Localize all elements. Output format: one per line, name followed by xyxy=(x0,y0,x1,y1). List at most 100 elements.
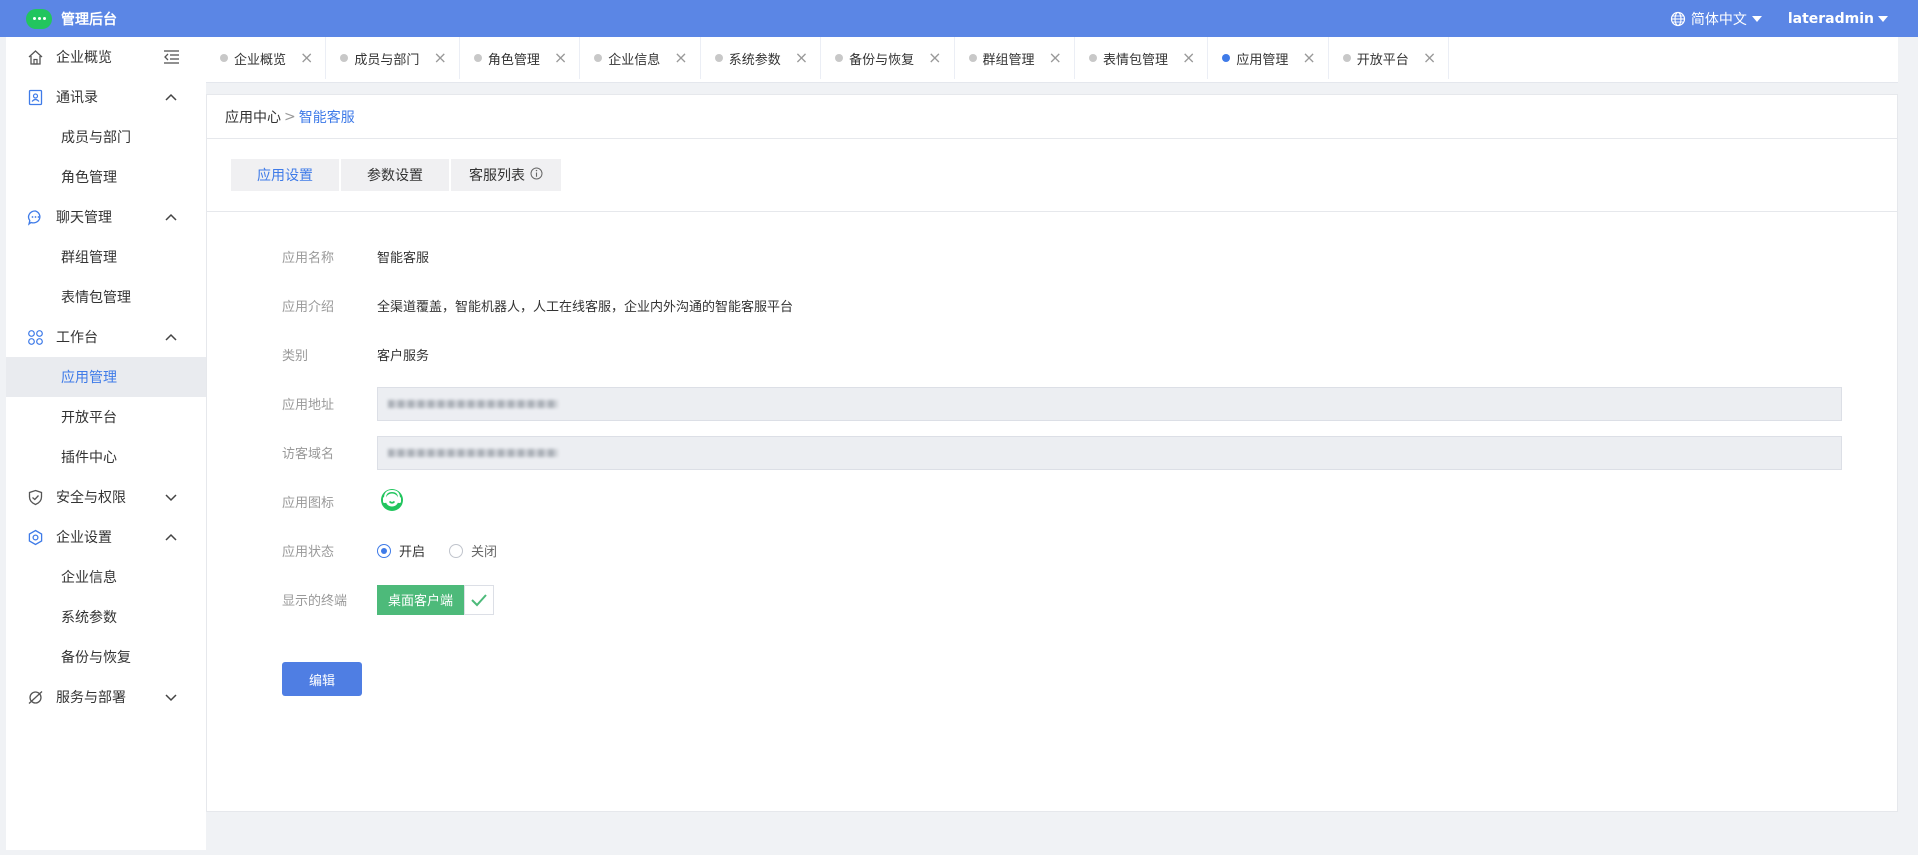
close-icon[interactable]: × xyxy=(1182,50,1195,66)
chat-bubble-logo-icon xyxy=(26,8,52,29)
close-icon[interactable]: × xyxy=(300,50,313,66)
icon-label: 应用图标 xyxy=(282,496,335,511)
sidebar-item-app-management[interactable]: 应用管理 xyxy=(6,357,206,397)
close-icon[interactable]: × xyxy=(928,50,941,66)
tab-groups[interactable]: 群组管理 × xyxy=(955,37,1075,79)
logo: 管理后台 xyxy=(26,8,117,29)
sidebar-item-plugins[interactable]: 插件中心 xyxy=(6,437,206,477)
chevron-up-icon xyxy=(164,330,178,346)
form-row-intro: 应用介绍 全渠道覆盖，智能机器人，人工在线客服，企业内外沟通的智能客服平台 xyxy=(282,281,1897,330)
domain-label: 访客域名 xyxy=(282,447,335,462)
workbench-icon xyxy=(26,328,44,346)
tab-overview[interactable]: 企业概览 × xyxy=(206,37,327,79)
tab-dot xyxy=(1088,54,1097,62)
close-icon[interactable]: × xyxy=(1302,50,1315,66)
tab-backup[interactable]: 备份与恢复 × xyxy=(821,37,955,79)
sidebar-group-contacts[interactable]: 通讯录 xyxy=(6,77,206,117)
sidebar-group-security[interactable]: 安全与权限 xyxy=(6,477,206,517)
app-address-field[interactable] xyxy=(377,386,1842,421)
sidebar-group-chat[interactable]: 聊天管理 xyxy=(6,197,206,237)
app-title: 管理后台 xyxy=(61,11,117,28)
sub-tabs: 应用设置 参数设置 客服列表 xyxy=(207,139,1897,212)
settings-icon xyxy=(26,528,44,546)
breadcrumb-parent[interactable]: 应用中心 xyxy=(225,107,281,127)
terminal-option-desktop[interactable]: 桌面客户端 xyxy=(377,584,495,615)
info-icon xyxy=(530,167,543,184)
language-label: 简体中文 xyxy=(1690,11,1747,28)
address-label: 应用地址 xyxy=(282,398,335,413)
home-icon xyxy=(26,48,44,66)
tab-members[interactable]: 成员与部门 × xyxy=(326,37,460,79)
name-value: 智能客服 xyxy=(377,251,430,266)
sidebar-item-open-platform[interactable]: 开放平台 xyxy=(6,397,206,437)
category-label: 类别 xyxy=(282,349,309,364)
sidebar-group-enterprise-settings[interactable]: 企业设置 xyxy=(6,517,206,557)
form-row-address: 应用地址 xyxy=(282,379,1897,428)
tab-dot xyxy=(968,54,977,62)
close-icon[interactable]: × xyxy=(1049,50,1062,66)
caret-down-icon xyxy=(1878,15,1888,22)
page-tabs: 企业概览 × 成员与部门 × 角色管理 × 企业信息 × 系统参数 × 备份与恢复 × 群组… xyxy=(206,37,1898,83)
breadcrumb-current: 智能客服 xyxy=(298,109,355,126)
edit-button[interactable]: 编辑 xyxy=(282,662,362,696)
sidebar: 企业概览 通讯录 成员与部门 角色管理 聊天管理 群组管理 表情包管理 工作台 … xyxy=(6,37,206,850)
tab-app-settings[interactable]: 应用设置 xyxy=(231,159,339,191)
sidebar-item-roles[interactable]: 角色管理 xyxy=(6,157,206,197)
chevron-up-icon xyxy=(164,210,178,226)
chevron-up-icon xyxy=(164,90,178,106)
sidebar-item-groups[interactable]: 群组管理 xyxy=(6,237,206,277)
tab-app-management[interactable]: 应用管理 × xyxy=(1208,37,1329,79)
tab-dot xyxy=(1342,54,1351,62)
tab-enterprise-info[interactable]: 企业信息 × xyxy=(580,37,701,79)
close-icon[interactable]: × xyxy=(554,50,567,66)
breadcrumb: 应用中心 > 智能客服 xyxy=(207,95,1897,139)
tab-system-params[interactable]: 系统参数 × xyxy=(701,37,822,79)
tab-roles[interactable]: 角色管理 × xyxy=(460,37,581,79)
chevron-down-icon xyxy=(164,490,178,506)
status-label: 应用状态 xyxy=(282,545,335,560)
user-menu[interactable]: lateradmin xyxy=(1788,11,1888,27)
sidebar-group-workbench[interactable]: 工作台 xyxy=(6,317,206,357)
chat-icon xyxy=(26,208,44,226)
tab-dot xyxy=(1222,54,1231,62)
chevron-down-icon xyxy=(164,690,178,706)
tab-stickers[interactable]: 表情包管理 × xyxy=(1075,37,1209,79)
intro-value: 全渠道覆盖，智能机器人，人工在线客服，企业内外沟通的智能客服平台 xyxy=(377,300,794,315)
close-icon[interactable]: × xyxy=(674,50,687,66)
close-icon[interactable]: × xyxy=(1423,50,1436,66)
shield-icon xyxy=(26,488,44,506)
form-row-name: 应用名称 智能客服 xyxy=(282,232,1897,281)
redacted-text xyxy=(388,448,558,457)
terminal-label: 显示的终端 xyxy=(282,594,348,609)
sidebar-item-system-params[interactable]: 系统参数 xyxy=(6,597,206,637)
language-selector[interactable]: 简体中文 xyxy=(1670,9,1762,29)
planet-icon xyxy=(26,688,44,706)
close-icon[interactable]: × xyxy=(795,50,808,66)
form-row-terminal: 显示的终端 桌面客户端 xyxy=(282,575,1897,624)
visitor-domain-field[interactable] xyxy=(377,435,1842,470)
form-row-icon: 应用图标 xyxy=(282,477,1897,526)
collapse-menu-icon[interactable] xyxy=(163,49,180,68)
tab-dot xyxy=(594,54,603,62)
status-on-radio[interactable]: 开启 xyxy=(377,541,425,560)
tab-open-platform[interactable]: 开放平台 × xyxy=(1329,37,1450,79)
status-off-radio[interactable]: 关闭 xyxy=(449,541,497,560)
checkmark-icon xyxy=(464,584,495,615)
tab-agent-list[interactable]: 客服列表 xyxy=(451,159,561,191)
sidebar-item-backup[interactable]: 备份与恢复 xyxy=(6,637,206,677)
tab-dot xyxy=(835,54,844,62)
close-icon[interactable]: × xyxy=(433,50,446,66)
contacts-icon xyxy=(26,88,44,106)
tab-dot xyxy=(473,54,482,62)
breadcrumb-separator: > xyxy=(284,108,296,125)
app-settings-form: 应用名称 智能客服 应用介绍 全渠道覆盖，智能机器人，人工在线客服，企业内外沟通… xyxy=(207,212,1897,696)
sidebar-group-services[interactable]: 服务与部署 xyxy=(6,677,206,717)
redacted-text xyxy=(388,399,558,408)
sidebar-item-members[interactable]: 成员与部门 xyxy=(6,117,206,157)
form-row-category: 类别 客户服务 xyxy=(282,330,1897,379)
tab-param-settings[interactable]: 参数设置 xyxy=(341,159,449,191)
sidebar-item-overview[interactable]: 企业概览 xyxy=(6,37,206,77)
sidebar-item-stickers[interactable]: 表情包管理 xyxy=(6,277,206,317)
sidebar-item-enterprise-info[interactable]: 企业信息 xyxy=(6,557,206,597)
tab-dot xyxy=(220,54,228,62)
